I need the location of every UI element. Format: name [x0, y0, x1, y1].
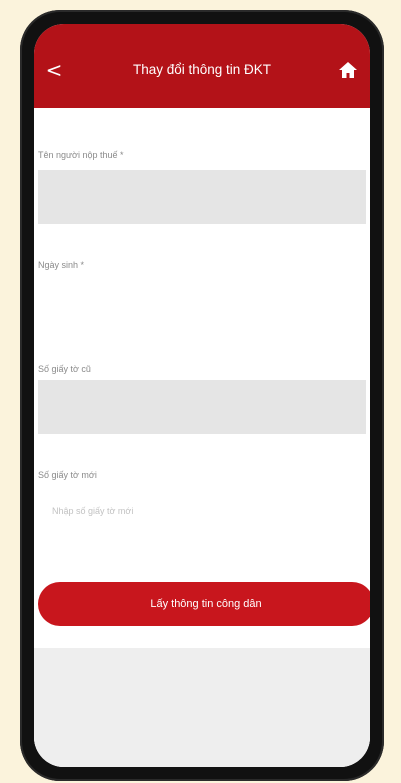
- taxpayer-name-field[interactable]: [38, 170, 366, 224]
- birth-date-label: Ngày sinh *: [38, 260, 85, 270]
- app-header: < Thay đổi thông tin ĐKT: [34, 24, 370, 108]
- home-icon: [339, 62, 357, 78]
- old-id-field[interactable]: [38, 380, 366, 434]
- phone-frame: < Thay đổi thông tin ĐKT Tên người nộp t…: [20, 10, 384, 781]
- taxpayer-name-label: Tên người nộp thuế *: [38, 150, 124, 160]
- birth-date-field[interactable]: [38, 280, 366, 334]
- page-title: Thay đổi thông tin ĐKT: [132, 62, 272, 77]
- old-id-label: Số giấy tờ cũ: [38, 364, 91, 374]
- app-screen: < Thay đổi thông tin ĐKT Tên người nộp t…: [34, 24, 370, 767]
- new-id-field[interactable]: Nhập số giấy tờ mới: [38, 488, 366, 542]
- new-id-label: Số giấy tờ mới: [38, 470, 97, 480]
- form-content: Tên người nộp thuế * Ngày sinh * Số giấy…: [34, 108, 370, 767]
- home-button[interactable]: [336, 58, 360, 82]
- get-citizen-info-button[interactable]: Lấy thông tin công dân: [38, 582, 370, 626]
- bottom-area: [34, 648, 370, 767]
- new-id-placeholder: Nhập số giấy tờ mới: [52, 506, 134, 516]
